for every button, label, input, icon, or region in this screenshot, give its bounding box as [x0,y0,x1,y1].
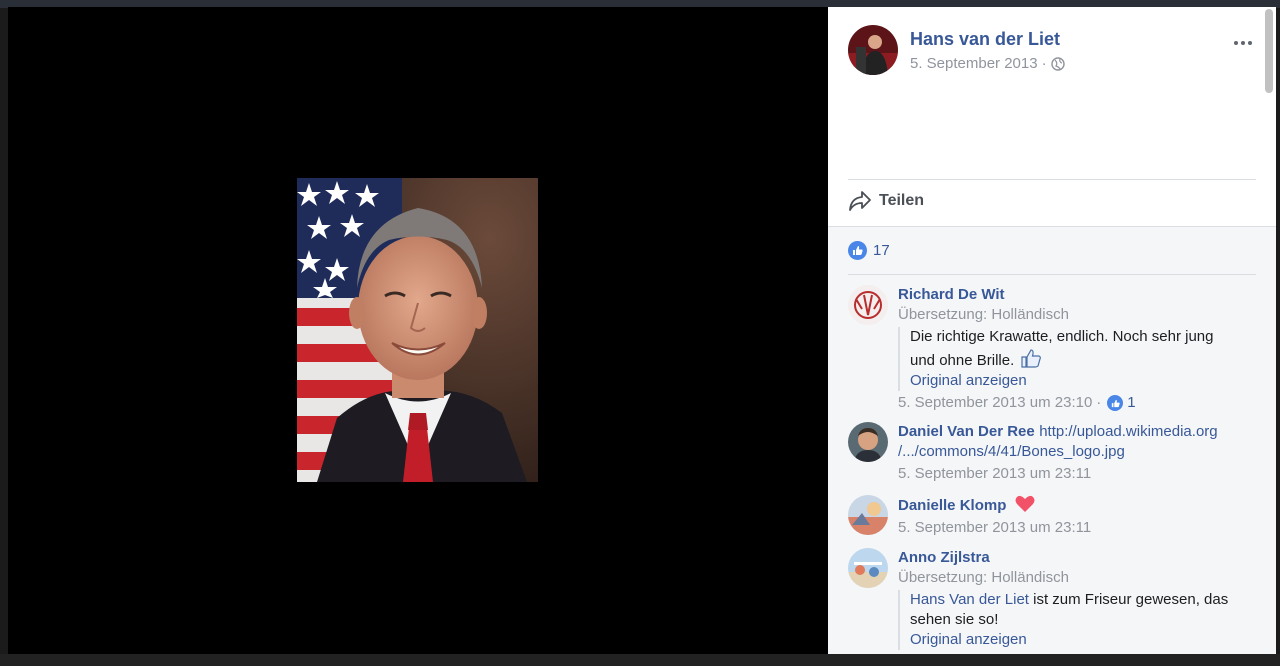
post-header: Hans van der Liet 5. September 2013 · [848,25,1065,75]
comment-timestamp[interactable]: 5. September 2013 um 23:11 [898,518,1091,538]
like-icon [848,241,867,260]
globe-icon [1050,57,1065,71]
share-icon [848,190,872,212]
commenter-name[interactable]: Daniel Van Der Ree [898,423,1035,440]
translation-label: Übersetzung: Holländisch [898,569,1069,586]
time-separator: · [1096,394,1102,411]
comment-timestamp[interactable]: 5. September 2013 um 23:11 [898,464,1091,484]
heart-icon [1015,495,1035,513]
commenter-name[interactable]: Richard De Wit [898,285,1238,305]
thumbs-up-icon [1020,347,1042,369]
show-original-link[interactable]: Original anzeigen [910,630,1238,650]
commenter-avatar[interactable] [848,422,888,462]
comment-like-count[interactable]: 1 [1127,393,1135,413]
mention-link[interactable]: Hans Van der Liet [910,591,1029,608]
meta-separator: · [1041,55,1047,72]
reactions-divider [848,274,1256,275]
commenter-avatar[interactable] [848,285,888,325]
reaction-count: 17 [873,242,890,259]
comment-text: Die richtige Krawatte, endlich. Noch seh… [910,328,1214,369]
share-label: Teilen [879,192,925,209]
post-panel: Hans van der Liet 5. September 2013 · Te… [828,7,1276,654]
commenter-avatar[interactable] [848,495,888,535]
author-avatar[interactable] [848,25,898,75]
commenter-name[interactable]: Danielle Klomp [898,497,1006,514]
comment-timestamp[interactable]: 5. September 2013 um 23:10 [898,393,1092,413]
photo-viewer[interactable] [8,7,828,654]
author-name[interactable]: Hans van der Liet [910,27,1065,51]
commenter-name[interactable]: Anno Zijlstra [898,548,1238,568]
more-options-icon[interactable] [1234,41,1252,45]
like-icon [1107,395,1124,411]
translation-label: Übersetzung: Holländisch [898,306,1069,323]
post-date[interactable]: 5. September 2013 [910,55,1038,73]
header-divider [848,179,1256,180]
show-original-link[interactable]: Original anzeigen [910,371,1238,391]
page-backdrop [0,654,1280,666]
comments-section: 17 Richard De Wit Übersetzung: Holländis… [828,226,1276,654]
scrollbar[interactable] [1265,9,1273,93]
commenter-avatar[interactable] [848,548,888,588]
portrait-photo [297,178,538,482]
share-button[interactable]: Teilen [848,190,924,212]
reactions-summary[interactable]: 17 [848,241,890,260]
